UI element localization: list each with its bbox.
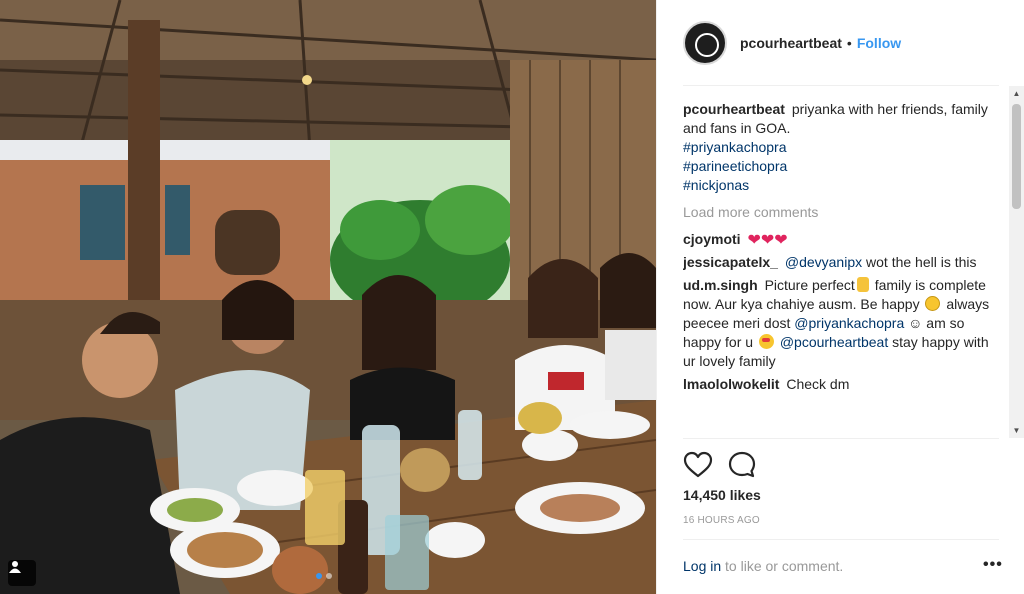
carousel-dot-active xyxy=(316,573,322,579)
comment: jessicapatelx_ @devyanipx wot the hell i… xyxy=(683,253,997,272)
action-bar xyxy=(683,450,757,480)
comment: ud.m.singh Picture perfect family is com… xyxy=(683,276,997,371)
hashtag-link[interactable]: #parineetichopra xyxy=(683,157,997,176)
load-more-comments[interactable]: Load more comments xyxy=(683,203,997,222)
divider xyxy=(683,438,999,439)
mention-link[interactable]: @devyanipx xyxy=(785,254,862,270)
caption-hashtags: #priyankachopra #parineetichopra #nickjo… xyxy=(683,138,997,195)
header-username[interactable]: pcourheartbeat xyxy=(740,35,842,51)
avatar[interactable] xyxy=(683,21,727,65)
comment-text: Picture perfect xyxy=(764,277,855,293)
post-sidebar: pcourheartbeat • Follow pcourheartbeat p… xyxy=(656,0,1024,594)
ok-hand-emoji xyxy=(856,277,869,292)
comment-username[interactable]: jessicapatelx_ xyxy=(683,254,778,270)
comment: lmaololwokelit Check dm xyxy=(683,375,997,394)
login-link[interactable]: Log in xyxy=(683,558,721,574)
header-separator: • xyxy=(846,35,852,51)
heart-emoji: ❤ xyxy=(760,232,775,249)
divider xyxy=(683,539,999,540)
scroll-down-arrow-icon[interactable]: ▼ xyxy=(1009,423,1024,438)
hashtag-link[interactable]: #nickjonas xyxy=(683,176,997,195)
person-icon xyxy=(9,561,21,573)
comment: cjoymoti ❤❤❤ xyxy=(683,230,997,249)
comment-username[interactable]: ud.m.singh xyxy=(683,277,758,293)
comment-body: @devyanipx wot the hell is this xyxy=(785,254,977,270)
tagged-users-button[interactable] xyxy=(8,560,36,586)
more-options-icon[interactable]: ••• xyxy=(983,557,1003,573)
comment-text: Check dm xyxy=(786,376,850,392)
heart-emoji: ❤ xyxy=(747,232,761,249)
smile-emoji xyxy=(925,296,941,311)
post-header: pcourheartbeat • Follow xyxy=(683,20,999,66)
carousel-indicator xyxy=(316,573,332,579)
scroll-thumb[interactable] xyxy=(1012,104,1021,209)
comment-bubble-icon[interactable] xyxy=(727,450,757,480)
star-struck-emoji xyxy=(758,334,774,349)
comment-body: Check dm xyxy=(786,376,849,392)
comments-scrollbar[interactable]: ▲ ▼ xyxy=(1009,86,1024,438)
comment-username[interactable]: lmaololwokelit xyxy=(683,376,779,392)
post-photo-image xyxy=(0,0,656,594)
login-prompt: Log in to like or comment. xyxy=(683,558,843,574)
divider xyxy=(683,85,999,86)
scroll-up-arrow-icon[interactable]: ▲ xyxy=(1009,86,1024,101)
comments-list[interactable]: pcourheartbeat priyanka with her friends… xyxy=(683,100,997,438)
caption-username[interactable]: pcourheartbeat xyxy=(683,101,785,117)
comment-username[interactable]: cjoymoti xyxy=(683,231,741,247)
follow-button[interactable]: Follow xyxy=(857,35,901,51)
login-prompt-text: to like or comment. xyxy=(721,558,844,574)
heart-emoji: ❤ xyxy=(774,232,788,249)
carousel-dot xyxy=(326,573,332,579)
caption: pcourheartbeat priyanka with her friends… xyxy=(683,100,997,195)
comment-text: wot the hell is this xyxy=(862,254,977,270)
like-heart-icon[interactable] xyxy=(683,450,713,480)
post-timestamp[interactable]: 16 HOURS AGO xyxy=(683,515,760,526)
mention-link[interactable]: @pcourheartbeat xyxy=(780,334,888,350)
hashtag-link[interactable]: #priyankachopra xyxy=(683,138,997,157)
likes-count[interactable]: 14,450 likes xyxy=(683,487,761,503)
comment-body: ❤❤❤ xyxy=(747,231,788,249)
mention-link[interactable]: @priyankachopra xyxy=(794,315,904,331)
post-photo[interactable] xyxy=(0,0,656,594)
